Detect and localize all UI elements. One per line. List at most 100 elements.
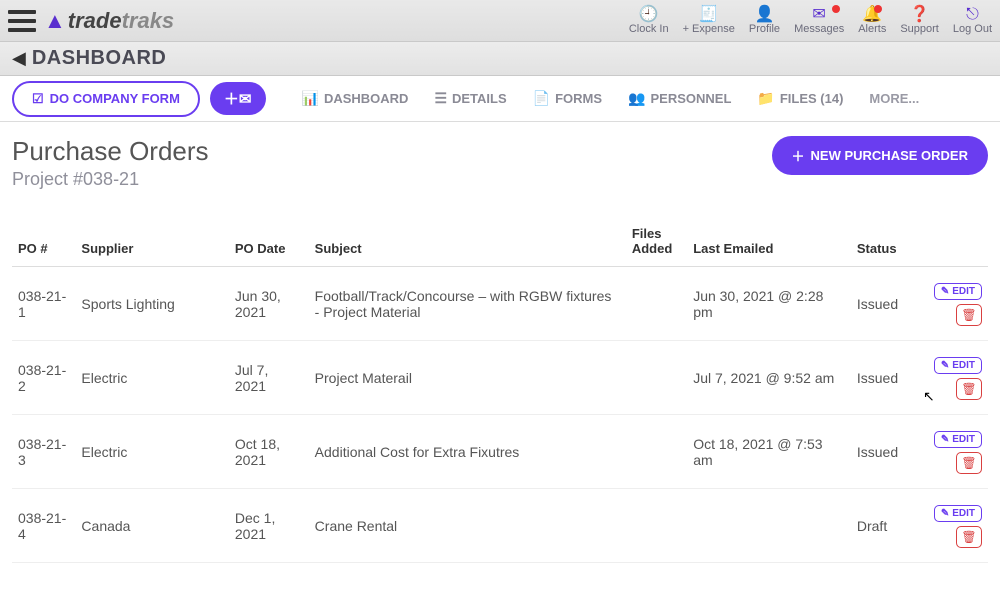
tab-forms[interactable]: 📄 FORMS [525, 84, 610, 113]
tab-row: ☑DO COMPANY FORM ＋✉ 📊DASHBOARD ☰DETAILS … [0, 76, 1000, 122]
th-podate[interactable]: PO Date [229, 218, 309, 267]
cell-status: Issued [851, 415, 923, 489]
purchase-orders-table: PO # Supplier PO Date Subject Files Adde… [12, 218, 988, 563]
cell-emailed: Oct 18, 2021 @ 7:53 am [687, 415, 851, 489]
cell-po: 038-21-4 [12, 489, 75, 563]
cell-podate: Dec 1, 2021 [229, 489, 309, 563]
cell-po: 038-21-3 [12, 415, 75, 489]
add-expense-button[interactable]: 🧾+ Expense [683, 7, 735, 35]
cell-po: 038-21-1 [12, 267, 75, 341]
topbar: ▲ tradetraks 🕘Clock In 🧾+ Expense 👤Profi… [0, 0, 1000, 42]
pencil-icon: ✎ [941, 508, 949, 519]
logo-traks: traks [122, 8, 175, 34]
do-company-form-button[interactable]: ☑ DO COMPANY FORM [12, 81, 200, 117]
expense-label: + Expense [683, 23, 735, 35]
envelope-small-icon: ✉ [239, 91, 252, 108]
edit-button[interactable]: ✎ EDIT [934, 283, 982, 300]
logout-label: Log Out [953, 23, 992, 35]
tab-personnel-label: PERSONNEL [650, 91, 731, 106]
envelope-icon: ✉ [812, 7, 825, 23]
table-row: 038-21-1Sports LightingJun 30, 2021Footb… [12, 267, 988, 341]
th-actions [922, 218, 988, 267]
profile-label: Profile [749, 23, 780, 35]
th-supplier[interactable]: Supplier [75, 218, 228, 267]
logo-trade: trade [68, 8, 122, 34]
user-icon: 👤 [755, 7, 775, 23]
edit-button[interactable]: ✎ EDIT [934, 431, 982, 448]
edit-button[interactable]: ✎ EDIT [934, 357, 982, 374]
cell-actions: ✎ EDIT 🗑 [922, 267, 988, 341]
messages-label: Messages [794, 23, 844, 35]
trash-icon: 🗑 [961, 382, 976, 396]
cell-files [626, 341, 687, 415]
messages-button[interactable]: ✉Messages [794, 7, 844, 35]
support-button[interactable]: ❓Support [900, 7, 939, 35]
profile-button[interactable]: 👤Profile [749, 7, 780, 35]
menu-hamburger[interactable] [8, 10, 36, 32]
cell-supplier: Electric [75, 415, 228, 489]
tab-details[interactable]: ☰ DETAILS [426, 84, 514, 113]
form-icon: 📄 [533, 90, 550, 107]
company-form-label: DO COMPANY FORM [50, 91, 180, 106]
new-purchase-order-button[interactable]: ＋NEW PURCHASE ORDER [772, 136, 988, 175]
tab-dashboard[interactable]: 📊 DASHBOARD [294, 84, 417, 113]
alerts-badge-icon [874, 5, 882, 13]
tab-forms-label: FORMS [555, 91, 602, 106]
delete-button[interactable]: 🗑 [956, 378, 982, 400]
page-head: Purchase Orders Project #038-21 ＋NEW PUR… [12, 136, 988, 190]
cell-supplier: Sports Lighting [75, 267, 228, 341]
cell-subject: Project Materail [309, 341, 626, 415]
tab-dashboard-label: DASHBOARD [324, 91, 409, 106]
th-files[interactable]: Files Added [626, 218, 687, 267]
th-status[interactable]: Status [851, 218, 923, 267]
cell-podate: Jun 30, 2021 [229, 267, 309, 341]
gauge-icon: 📊 [302, 90, 319, 107]
logout-button[interactable]: ⎋Log Out [953, 7, 992, 35]
messages-badge-icon [832, 5, 840, 13]
alerts-button[interactable]: 🔔Alerts [858, 7, 886, 35]
cell-files [626, 489, 687, 563]
new-po-label: NEW PURCHASE ORDER [811, 148, 968, 163]
edit-button[interactable]: ✎ EDIT [934, 505, 982, 522]
cell-emailed [687, 489, 851, 563]
list-icon: ☰ [434, 90, 447, 107]
breadcrumb[interactable]: DASHBOARD [32, 47, 167, 70]
table-row: 038-21-2ElectricJul 7, 2021Project Mater… [12, 341, 988, 415]
cell-subject: Football/Track/Concourse – with RGBW fix… [309, 267, 626, 341]
pencil-icon: ✎ [941, 434, 949, 445]
th-po[interactable]: PO # [12, 218, 75, 267]
th-emailed[interactable]: Last Emailed [687, 218, 851, 267]
th-subject[interactable]: Subject [309, 218, 626, 267]
topbar-right: 🕘Clock In 🧾+ Expense 👤Profile ✉Messages … [629, 7, 992, 35]
back-caret-icon[interactable]: ◀ [12, 48, 26, 69]
cell-files [626, 267, 687, 341]
cell-podate: Oct 18, 2021 [229, 415, 309, 489]
delete-button[interactable]: 🗑 [956, 526, 982, 548]
cell-podate: Jul 7, 2021 [229, 341, 309, 415]
logo-mark-icon: ▲ [44, 8, 66, 34]
tab-files[interactable]: 📁FILES (14) [749, 84, 851, 113]
tab-personnel[interactable]: 👥 PERSONNEL [620, 84, 739, 113]
logo[interactable]: ▲ tradetraks [44, 8, 174, 34]
cell-actions: ✎ EDIT 🗑 [922, 415, 988, 489]
delete-button[interactable]: 🗑 [956, 304, 982, 326]
logout-icon: ⎋ [966, 7, 979, 23]
pencil-icon: ✎ [941, 286, 949, 297]
clipboard-check-icon: ☑ [32, 91, 44, 107]
tab-details-label: DETAILS [452, 91, 507, 106]
table-row: 038-21-4CanadaDec 1, 2021Crane RentalDra… [12, 489, 988, 563]
table-row: 038-21-3ElectricOct 18, 2021Additional C… [12, 415, 988, 489]
clock-icon: 🕘 [639, 7, 659, 23]
clock-in-button[interactable]: 🕘Clock In [629, 7, 669, 35]
compose-mail-button[interactable]: ＋✉ [210, 82, 266, 115]
tab-more[interactable]: MORE... [861, 85, 927, 112]
pencil-icon: ✎ [941, 360, 949, 371]
cell-subject: Crane Rental [309, 489, 626, 563]
trash-icon: 🗑 [961, 308, 976, 322]
delete-button[interactable]: 🗑 [956, 452, 982, 474]
people-icon: 👥 [628, 90, 645, 107]
cell-supplier: Canada [75, 489, 228, 563]
support-label: Support [900, 23, 939, 35]
cell-files [626, 415, 687, 489]
plus-icon: ＋ [224, 91, 239, 108]
